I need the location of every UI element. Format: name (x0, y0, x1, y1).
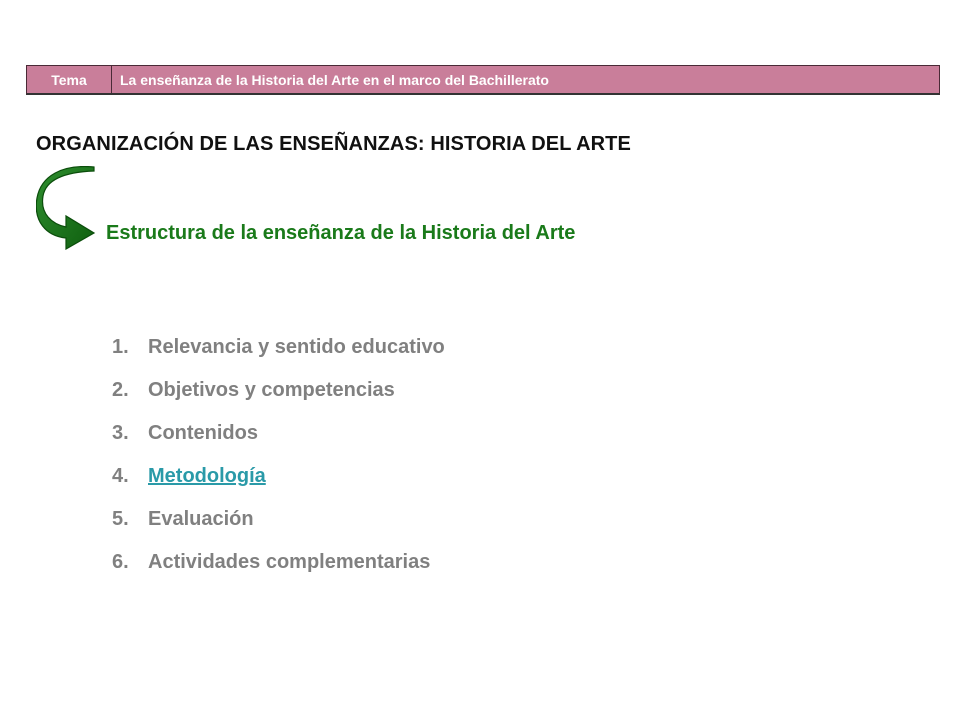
item-label-contenidos: Contenidos (148, 422, 258, 444)
metodologia-link[interactable]: Metodología (148, 465, 266, 488)
item-number: 6. (112, 551, 129, 573)
list-item: 2. Objetivos y competencias (112, 379, 445, 422)
topic-title: La enseñanza de la Historia del Arte en … (120, 71, 549, 88)
item-label-actividades: Actividades complementarias (148, 551, 431, 573)
item-number: 4. (112, 465, 129, 487)
item-label-evaluacion: Evaluación (148, 508, 254, 530)
item-number: 3. (112, 422, 129, 444)
section-title: ORGANIZACIÓN DE LAS ENSEÑANZAS: HISTORIA… (36, 133, 631, 155)
topic-list: 1. Relevancia y sentido educativo 2. Obj… (112, 336, 445, 594)
topic-header: Tema La enseñanza de la Historia del Art… (26, 65, 940, 95)
item-number: 2. (112, 379, 129, 401)
item-label-relevancia: Relevancia y sentido educativo (148, 336, 445, 358)
list-item: 4. Metodología (112, 465, 445, 508)
item-label-objetivos: Objetivos y competencias (148, 379, 395, 401)
list-item: 6. Actividades complementarias (112, 551, 445, 594)
list-item: 1. Relevancia y sentido educativo (112, 336, 445, 379)
item-number: 1. (112, 336, 129, 358)
curved-arrow-icon (36, 166, 96, 250)
list-item: 3. Contenidos (112, 422, 445, 465)
topic-tag: Tema (27, 66, 112, 93)
subsection-title: Estructura de la enseñanza de la Histori… (106, 222, 576, 244)
list-item: 5. Evaluación (112, 508, 445, 551)
item-number: 5. (112, 508, 129, 530)
